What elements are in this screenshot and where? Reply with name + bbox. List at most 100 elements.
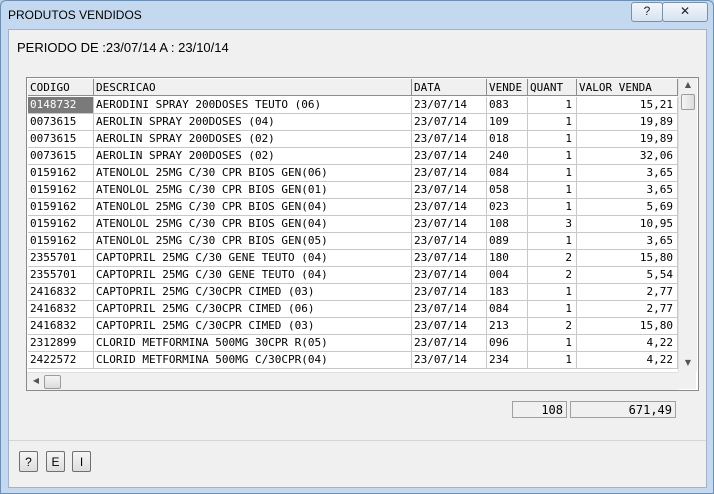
cell-codigo[interactable]: 0159162	[28, 233, 94, 250]
cell-vende[interactable]: 234	[487, 352, 528, 369]
cell-descricao[interactable]: CAPTOPRIL 25MG C/30CPR CIMED (06)	[94, 301, 412, 318]
cell-quant[interactable]: 1	[528, 182, 577, 199]
scroll-up-arrow-icon[interactable]: ▲	[679, 80, 697, 89]
cell-quant[interactable]: 1	[528, 284, 577, 301]
cell-descricao[interactable]: ATENOLOL 25MG C/30 CPR BIOS GEN(05)	[94, 233, 412, 250]
cell-data[interactable]: 23/07/14	[412, 199, 487, 216]
table-row[interactable]: 2422572 CLORID METFORMINA 500MG C/30CPR(0…	[27, 352, 678, 369]
cell-quant[interactable]: 1	[528, 131, 577, 148]
cell-descricao[interactable]: ATENOLOL 25MG C/30 CPR BIOS GEN(04)	[94, 199, 412, 216]
cell-quant[interactable]: 2	[528, 318, 577, 335]
cell-descricao[interactable]: CLORID METFORMINA 500MG 30CPR R(05)	[94, 335, 412, 352]
cell-data[interactable]: 23/07/14	[412, 114, 487, 131]
cell-vende[interactable]: 108	[487, 216, 528, 233]
cell-data[interactable]: 23/07/14	[412, 182, 487, 199]
cell-valor-venda[interactable]: 10,95	[577, 216, 678, 233]
cell-quant[interactable]: 1	[528, 233, 577, 250]
cell-valor-venda[interactable]: 15,21	[577, 97, 678, 114]
cell-quant[interactable]: 1	[528, 199, 577, 216]
cell-vende[interactable]: 084	[487, 165, 528, 182]
cell-codigo[interactable]: 2312899	[28, 335, 94, 352]
scroll-left-arrow-icon[interactable]: ◀	[27, 376, 45, 385]
cell-data[interactable]: 23/07/14	[412, 216, 487, 233]
close-button[interactable]: ✕	[662, 2, 708, 22]
cell-valor-venda[interactable]: 19,89	[577, 114, 678, 131]
cell-vende[interactable]: 089	[487, 233, 528, 250]
column-header-data[interactable]: DATA	[412, 79, 487, 96]
cell-valor-venda[interactable]: 2,77	[577, 284, 678, 301]
cell-valor-venda[interactable]: 15,80	[577, 318, 678, 335]
cell-data[interactable]: 23/07/14	[412, 318, 487, 335]
cell-quant[interactable]: 2	[528, 267, 577, 284]
cell-valor-venda[interactable]: 2,77	[577, 301, 678, 318]
scroll-down-arrow-icon[interactable]: ▼	[679, 358, 697, 367]
table-row[interactable]: 2416832 CAPTOPRIL 25MG C/30CPR CIMED (03)…	[27, 284, 678, 301]
cell-vende[interactable]: 213	[487, 318, 528, 335]
vertical-scroll-thumb[interactable]	[681, 94, 695, 110]
cell-vende[interactable]: 058	[487, 182, 528, 199]
cell-descricao[interactable]: ATENOLOL 25MG C/30 CPR BIOS GEN(01)	[94, 182, 412, 199]
column-header-codigo[interactable]: CODIGO	[28, 79, 94, 96]
cell-descricao[interactable]: AEROLIN SPRAY 200DOSES (04)	[94, 114, 412, 131]
column-header-vende[interactable]: VENDE	[487, 79, 528, 96]
cell-descricao[interactable]: ATENOLOL 25MG C/30 CPR BIOS GEN(04)	[94, 216, 412, 233]
cell-descricao[interactable]: AERODINI SPRAY 200DOSES TEUTO (06)	[94, 97, 412, 114]
cell-codigo[interactable]: 0159162	[28, 182, 94, 199]
cell-quant[interactable]: 1	[528, 301, 577, 318]
cell-data[interactable]: 23/07/14	[412, 165, 487, 182]
cell-codigo[interactable]: 0148732	[28, 97, 94, 114]
cell-codigo[interactable]: 2416832	[28, 318, 94, 335]
cell-valor-venda[interactable]: 5,69	[577, 199, 678, 216]
table-row[interactable]: 2416832 CAPTOPRIL 25MG C/30CPR CIMED (03)…	[27, 318, 678, 335]
cell-quant[interactable]: 1	[528, 148, 577, 165]
cell-codigo[interactable]: 2416832	[28, 301, 94, 318]
cell-data[interactable]: 23/07/14	[412, 131, 487, 148]
cell-codigo[interactable]: 0073615	[28, 114, 94, 131]
cell-descricao[interactable]: CAPTOPRIL 25MG C/30 GENE TEUTO (04)	[94, 250, 412, 267]
cell-quant[interactable]: 1	[528, 165, 577, 182]
cell-vende[interactable]: 240	[487, 148, 528, 165]
cell-vende[interactable]: 004	[487, 267, 528, 284]
cell-descricao[interactable]: CLORID METFORMINA 500MG C/30CPR(04)	[94, 352, 412, 369]
cell-vende[interactable]: 183	[487, 284, 528, 301]
cell-valor-venda[interactable]: 3,65	[577, 182, 678, 199]
cell-codigo[interactable]: 0159162	[28, 165, 94, 182]
column-header-descricao[interactable]: DESCRICAO	[94, 79, 412, 96]
cell-valor-venda[interactable]: 5,54	[577, 267, 678, 284]
table-row[interactable]: 2355701 CAPTOPRIL 25MG C/30 GENE TEUTO (0…	[27, 250, 678, 267]
cell-codigo[interactable]: 2355701	[28, 250, 94, 267]
column-header-quant[interactable]: QUANT	[528, 79, 577, 96]
table-row[interactable]: 2312899 CLORID METFORMINA 500MG 30CPR R(0…	[27, 335, 678, 352]
cell-vende[interactable]: 096	[487, 335, 528, 352]
cell-data[interactable]: 23/07/14	[412, 97, 487, 114]
horizontal-scroll-thumb[interactable]	[44, 375, 61, 389]
cell-quant[interactable]: 3	[528, 216, 577, 233]
cell-codigo[interactable]: 0073615	[28, 148, 94, 165]
cell-descricao[interactable]: AEROLIN SPRAY 200DOSES (02)	[94, 148, 412, 165]
cell-vende[interactable]: 180	[487, 250, 528, 267]
table-row[interactable]: 0159162 ATENOLOL 25MG C/30 CPR BIOS GEN(0…	[27, 182, 678, 199]
cell-quant[interactable]: 1	[528, 97, 577, 114]
cell-quant[interactable]: 1	[528, 114, 577, 131]
cell-valor-venda[interactable]: 19,89	[577, 131, 678, 148]
cell-quant[interactable]: 1	[528, 335, 577, 352]
table-row[interactable]: 0159162 ATENOLOL 25MG C/30 CPR BIOS GEN(0…	[27, 233, 678, 250]
table-row[interactable]: 0073615 AEROLIN SPRAY 200DOSES (02) 23/07/…	[27, 148, 678, 165]
cell-codigo[interactable]: 2422572	[28, 352, 94, 369]
cell-data[interactable]: 23/07/14	[412, 250, 487, 267]
cell-data[interactable]: 23/07/14	[412, 267, 487, 284]
cell-quant[interactable]: 1	[528, 352, 577, 369]
table-row[interactable]: 0073615 AEROLIN SPRAY 200DOSES (02) 23/07/…	[27, 131, 678, 148]
column-header-valor-venda[interactable]: VALOR VENDA	[577, 79, 678, 96]
cell-valor-venda[interactable]: 4,22	[577, 352, 678, 369]
e-button[interactable]: E	[46, 451, 65, 472]
cell-valor-venda[interactable]: 4,22	[577, 335, 678, 352]
cell-data[interactable]: 23/07/14	[412, 301, 487, 318]
cell-codigo[interactable]: 2355701	[28, 267, 94, 284]
cell-data[interactable]: 23/07/14	[412, 148, 487, 165]
cell-valor-venda[interactable]: 3,65	[577, 233, 678, 250]
cell-descricao[interactable]: CAPTOPRIL 25MG C/30CPR CIMED (03)	[94, 284, 412, 301]
table-row[interactable]: 2355701 CAPTOPRIL 25MG C/30 GENE TEUTO (0…	[27, 267, 678, 284]
cell-valor-venda[interactable]: 3,65	[577, 165, 678, 182]
i-button[interactable]: I	[72, 451, 91, 472]
